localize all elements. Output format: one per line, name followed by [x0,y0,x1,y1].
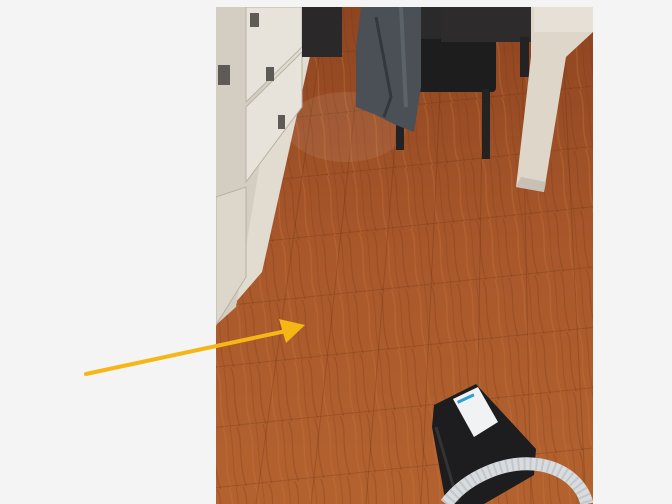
photo-scene [216,7,593,504]
image-viewer [0,0,672,504]
photo [216,7,593,504]
